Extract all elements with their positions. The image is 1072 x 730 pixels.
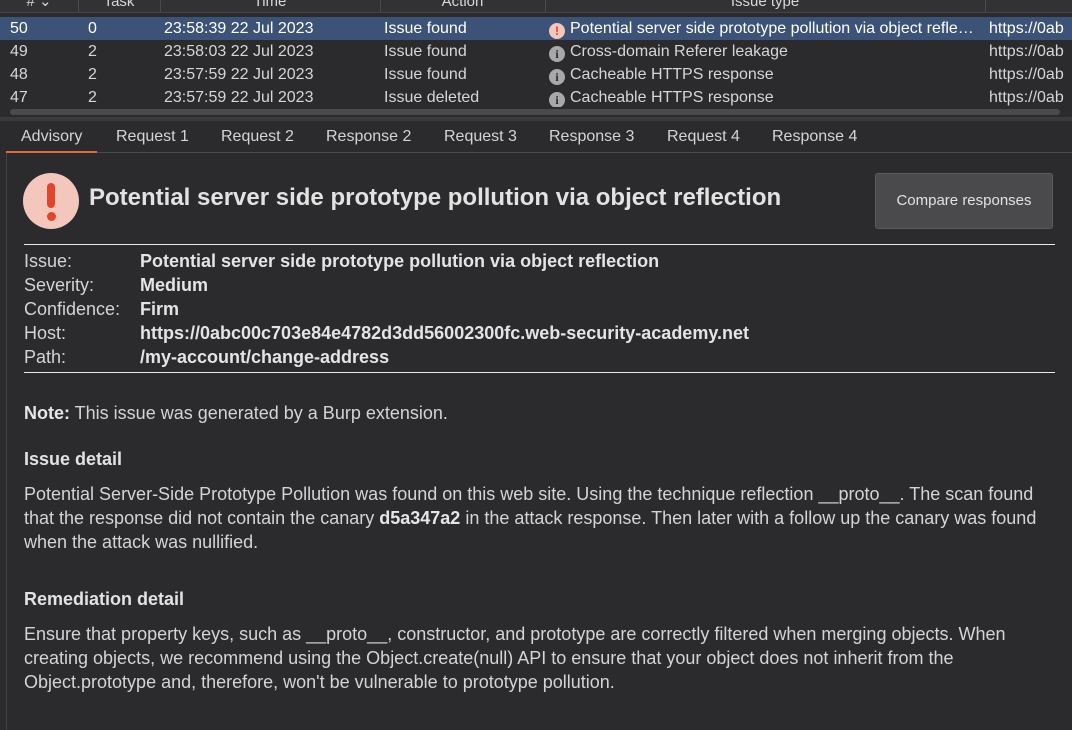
row-number: 49 bbox=[10, 43, 28, 60]
row-time: 23:58:03 22 Jul 2023 bbox=[164, 43, 314, 60]
row-task: 2 bbox=[88, 66, 97, 83]
tab-advisory[interactable]: Advisory bbox=[6, 121, 98, 153]
info-icon: i bbox=[549, 46, 565, 62]
table-header: # ⌄ Task Time Action Issue type bbox=[0, 0, 1072, 13]
tab-request-1[interactable]: Request 1 bbox=[101, 121, 204, 151]
high-severity-alert-icon bbox=[23, 173, 79, 229]
tab-response-4[interactable]: Response 4 bbox=[757, 121, 872, 151]
row-time: 23:57:59 22 Jul 2023 bbox=[164, 66, 314, 83]
remediation-detail-heading: Remediation detail bbox=[24, 589, 185, 609]
row-task: 2 bbox=[88, 43, 97, 60]
field-label: Path: bbox=[24, 347, 67, 367]
row-host: https://0ab bbox=[989, 20, 1064, 37]
field-label: Host: bbox=[24, 323, 67, 343]
table-row[interactable]: 47 2 23:57:59 22 Jul 2023 Issue deleted … bbox=[0, 86, 1072, 109]
row-number: 50 bbox=[10, 20, 28, 37]
compare-responses-button[interactable]: Compare responses bbox=[875, 173, 1053, 229]
row-action: Issue found bbox=[384, 20, 467, 37]
row-issue-type: i Cacheable HTTPS response bbox=[549, 86, 981, 109]
field-label: Issue: bbox=[24, 251, 73, 271]
tab-request-4[interactable]: Request 4 bbox=[652, 121, 755, 151]
field-label: Confidence: bbox=[24, 299, 121, 319]
field-value: Potential server side prototype pollutio… bbox=[140, 251, 660, 271]
column-header-action[interactable]: Action bbox=[380, 0, 546, 12]
note-label: Note: bbox=[24, 403, 70, 423]
column-header-number[interactable]: # ⌄ bbox=[0, 0, 79, 12]
tab-response-2[interactable]: Response 2 bbox=[311, 121, 426, 151]
row-task: 2 bbox=[88, 89, 97, 106]
row-action: Issue found bbox=[384, 43, 467, 60]
row-host: https://0ab bbox=[989, 66, 1064, 83]
table-row[interactable]: 49 2 23:58:03 22 Jul 2023 Issue found iC… bbox=[0, 40, 1072, 63]
table-row[interactable]: 48 2 23:57:59 22 Jul 2023 Issue found iC… bbox=[0, 63, 1072, 86]
horizontal-scrollbar-thumb[interactable] bbox=[10, 109, 1060, 115]
advisory-title: Potential server side prototype pollutio… bbox=[89, 184, 782, 211]
divider bbox=[24, 244, 1055, 245]
row-time: 23:57:59 22 Jul 2023 bbox=[164, 89, 314, 106]
divider bbox=[24, 372, 1055, 373]
row-issue-type: ! Potential server side prototype polluti… bbox=[549, 17, 981, 40]
issue-activity-table: # ⌄ Task Time Action Issue type 50 0 23:… bbox=[0, 0, 1072, 117]
tab-response-3[interactable]: Response 3 bbox=[534, 121, 649, 151]
row-issue-text: Potential server side prototype pollutio… bbox=[570, 20, 974, 37]
field-value: https://0abc00c703e84e4782d3dd56002300fc… bbox=[140, 323, 750, 343]
info-icon: i bbox=[549, 92, 565, 108]
column-header-time[interactable]: Time bbox=[160, 0, 381, 12]
field-label: Severity: bbox=[24, 275, 95, 295]
table-row[interactable]: 50 0 23:58:39 22 Jul 2023 Issue found ! P… bbox=[0, 17, 1072, 40]
row-host: https://0ab bbox=[989, 89, 1064, 106]
field-value: Firm bbox=[140, 299, 180, 319]
row-issue-text: Cross-domain Referer leakage bbox=[570, 43, 788, 60]
column-header-host[interactable] bbox=[985, 0, 1072, 12]
high-severity-icon: ! bbox=[549, 23, 565, 39]
issue-detail-heading: Issue detail bbox=[24, 449, 123, 469]
canary-value: d5a347a2 bbox=[379, 508, 461, 528]
info-icon: i bbox=[549, 69, 565, 85]
issue-detail-paragraph: Potential Server-Side Prototype Pollutio… bbox=[24, 482, 1054, 554]
row-host: https://0ab bbox=[989, 43, 1064, 60]
row-action: Issue found bbox=[384, 66, 467, 83]
row-issue-type: i Cacheable HTTPS response bbox=[549, 63, 981, 86]
advisory-pane: Potential server side prototype pollutio… bbox=[6, 153, 1072, 730]
detail-tabs: Advisory Request 1 Request 2 Response 2 … bbox=[6, 121, 1072, 153]
row-number: 48 bbox=[10, 66, 28, 83]
row-time: 23:58:39 22 Jul 2023 bbox=[164, 20, 314, 37]
row-issue-type: i Cross-domain Referer leakage bbox=[549, 40, 981, 63]
field-value: Medium bbox=[140, 275, 209, 295]
row-action: Issue deleted bbox=[384, 89, 480, 106]
column-header-issue-type[interactable]: Issue type bbox=[545, 0, 986, 12]
note-text: This issue was generated by a Burp exten… bbox=[70, 403, 448, 423]
field-value: /my-account/change-address bbox=[140, 347, 390, 367]
note-paragraph: Note: This issue was generated by a Burp… bbox=[24, 401, 1054, 425]
row-issue-text: Cacheable HTTPS response bbox=[570, 66, 774, 83]
row-issue-text: Cacheable HTTPS response bbox=[570, 89, 774, 106]
column-header-task[interactable]: Task bbox=[78, 0, 161, 12]
row-number: 47 bbox=[10, 89, 28, 106]
row-task: 0 bbox=[88, 20, 97, 37]
tab-request-2[interactable]: Request 2 bbox=[206, 121, 309, 151]
remediation-paragraph: Ensure that property keys, such as __pro… bbox=[24, 624, 1006, 692]
tab-request-3[interactable]: Request 3 bbox=[429, 121, 532, 151]
